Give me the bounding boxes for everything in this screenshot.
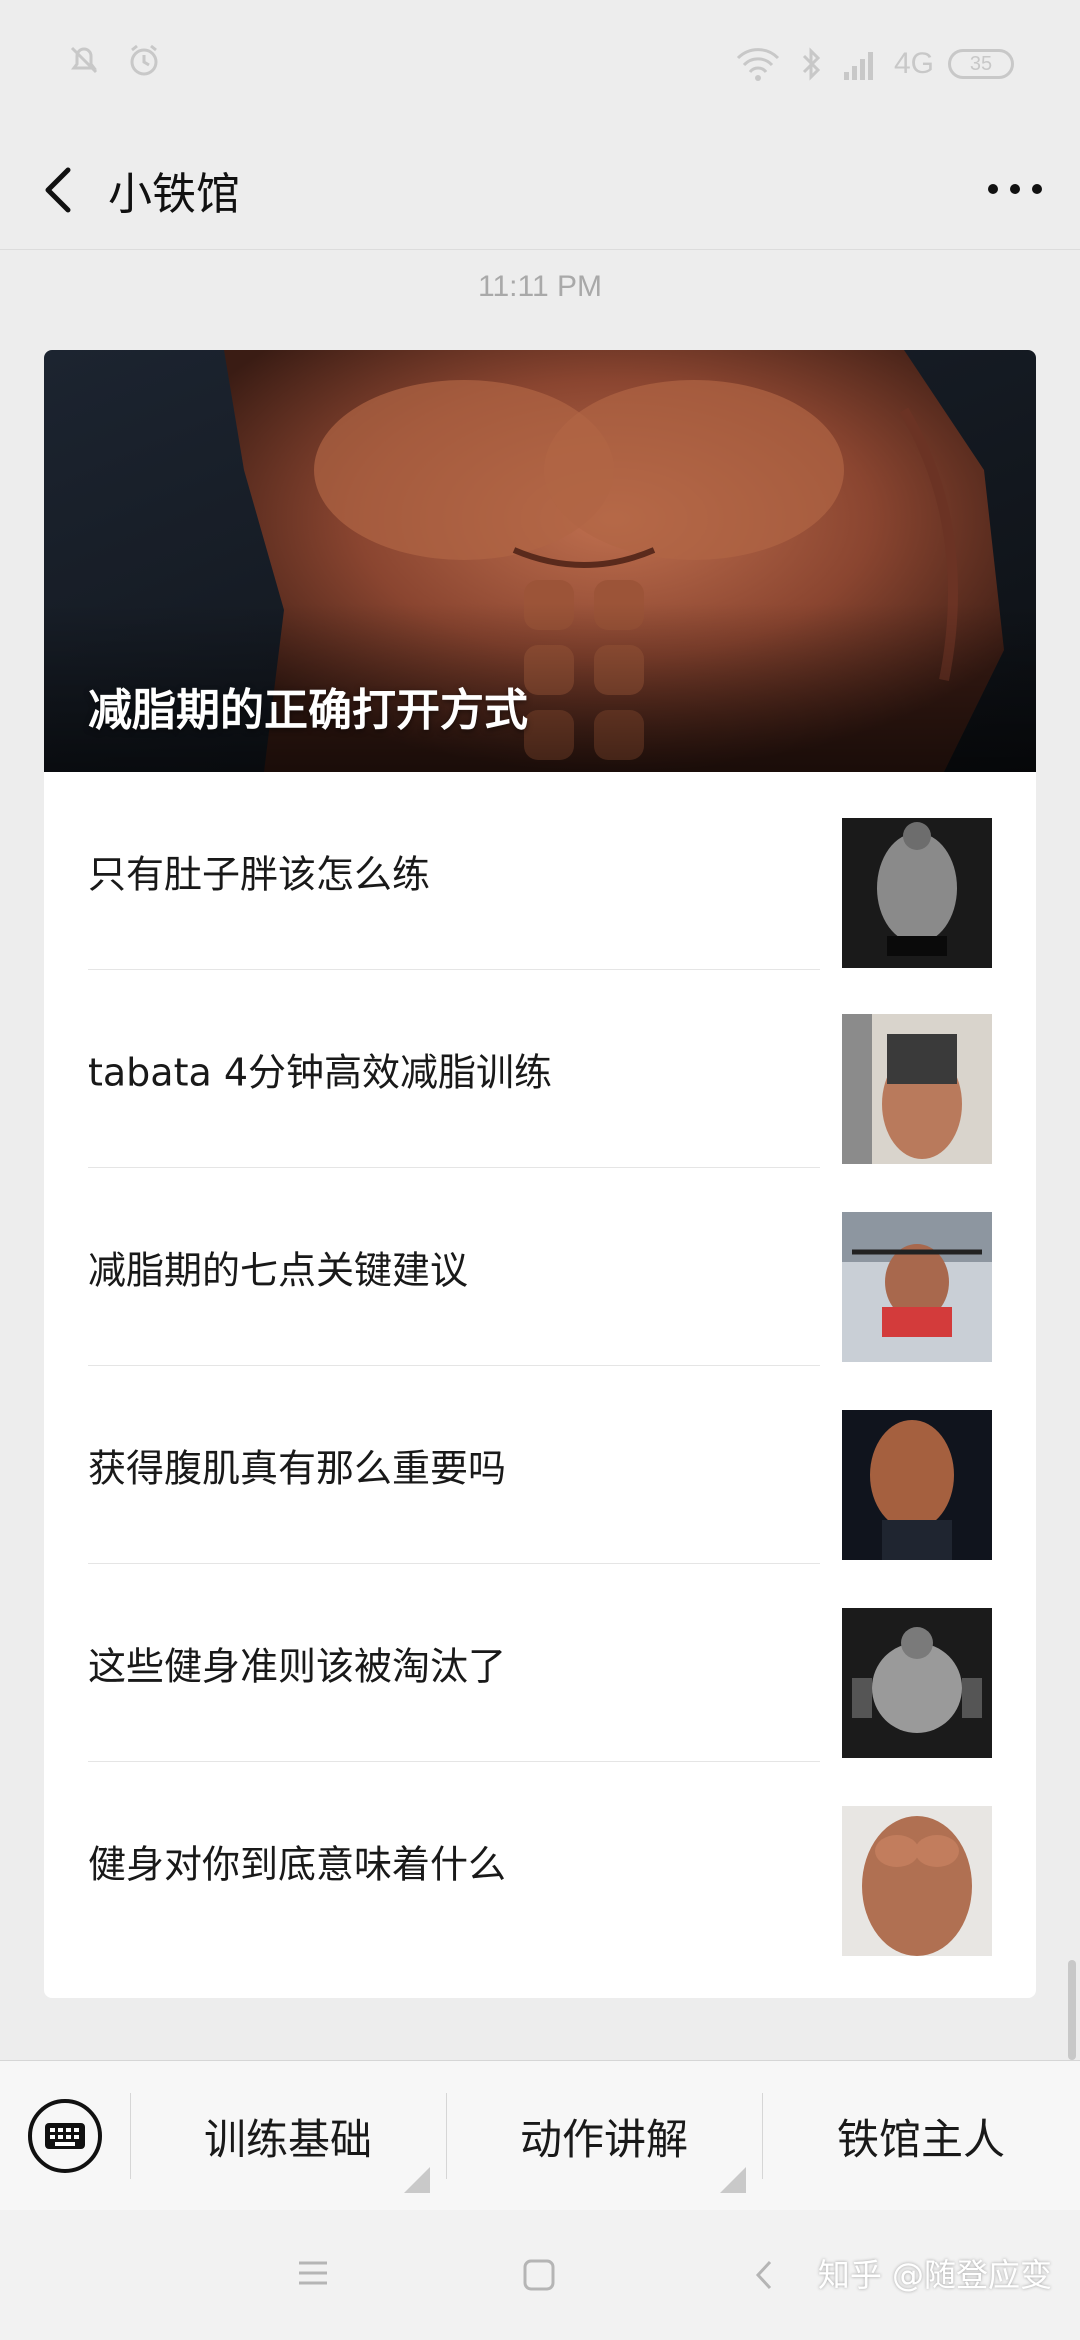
home-icon[interactable] bbox=[522, 2258, 556, 2292]
chat-header: 小铁馆 bbox=[0, 124, 1080, 250]
menu-item-label: 动作讲解 bbox=[519, 2114, 688, 2164]
article-card: 减脂期的正确打开方式 只有肚子胖该怎么练 tabata 4分钟高效减脂训练 减脂… bbox=[44, 350, 1036, 1998]
article-title: 获得腹肌真有那么重要吗 bbox=[88, 1446, 507, 1491]
menu-item-training-basics[interactable]: 训练基础 bbox=[130, 2061, 446, 2211]
status-left-icons bbox=[64, 40, 164, 80]
alarm-icon bbox=[130, 44, 158, 76]
watermark: 知乎 @随登应变 bbox=[817, 2256, 1052, 2294]
mute-notification-icon bbox=[70, 46, 98, 74]
article-thumbnail bbox=[842, 1608, 992, 1758]
article-thumbnail bbox=[842, 1014, 992, 1164]
back-icon[interactable] bbox=[752, 2258, 776, 2292]
battery-level: 35 bbox=[969, 52, 993, 75]
article-list: 只有肚子胖该怎么练 tabata 4分钟高效减脂训练 减脂期的七点关键建议 获得… bbox=[44, 772, 1036, 1960]
list-item[interactable]: 获得腹肌真有那么重要吗 bbox=[44, 1366, 1036, 1564]
scrollbar[interactable] bbox=[1068, 1960, 1076, 2060]
submenu-indicator-icon bbox=[720, 2167, 746, 2193]
back-arrow-icon[interactable] bbox=[34, 160, 84, 220]
menu-item-exercise-explanations[interactable]: 动作讲解 bbox=[446, 2061, 762, 2211]
network-type: 4G bbox=[893, 47, 934, 80]
article-title: 只有肚子胖该怎么练 bbox=[88, 852, 431, 897]
article-thumbnail bbox=[842, 1212, 992, 1362]
menu-item-gym-owner[interactable]: 铁馆主人 bbox=[762, 2061, 1080, 2211]
menu-item-label: 铁馆主人 bbox=[836, 2114, 1005, 2164]
more-options-icon[interactable] bbox=[980, 164, 1050, 214]
list-item[interactable]: 这些健身准则该被淘汰了 bbox=[44, 1564, 1036, 1762]
message-timestamp: 11:11 PM bbox=[478, 270, 602, 303]
menu-item-label: 训练基础 bbox=[203, 2114, 372, 2164]
system-nav-bar: 知乎 @随登应变 bbox=[0, 2210, 1080, 2340]
keyboard-toggle-button[interactable] bbox=[28, 2099, 102, 2173]
list-item[interactable]: 只有肚子胖该怎么练 bbox=[44, 772, 1036, 970]
article-title: 这些健身准则该被淘汰了 bbox=[88, 1644, 507, 1689]
article-title: tabata 4分钟高效减脂训练 bbox=[88, 1050, 553, 1095]
article-title: 健身对你到底意味着什么 bbox=[88, 1842, 507, 1887]
article-thumbnail bbox=[842, 818, 992, 968]
keyboard-icon bbox=[45, 2123, 85, 2149]
list-item[interactable]: 减脂期的七点关键建议 bbox=[44, 1168, 1036, 1366]
bluetooth-icon bbox=[802, 47, 821, 81]
article-title: 减脂期的七点关键建议 bbox=[88, 1248, 469, 1293]
battery-indicator: 35 bbox=[948, 49, 1014, 79]
page-title: 小铁馆 bbox=[108, 169, 240, 220]
status-bar: 4G 35 bbox=[0, 0, 1080, 124]
hero-article[interactable]: 减脂期的正确打开方式 bbox=[44, 350, 1036, 772]
list-item[interactable]: tabata 4分钟高效减脂训练 bbox=[44, 970, 1036, 1168]
wifi-icon bbox=[736, 48, 780, 81]
menu-icon[interactable] bbox=[296, 2258, 330, 2288]
list-item[interactable]: 健身对你到底意味着什么 bbox=[44, 1762, 1036, 1960]
status-right-icons: 4G 35 bbox=[734, 44, 1014, 84]
signal-icon bbox=[843, 52, 873, 80]
submenu-indicator-icon bbox=[404, 2167, 430, 2193]
article-thumbnail bbox=[842, 1806, 992, 1956]
hero-title: 减脂期的正确打开方式 bbox=[88, 685, 528, 736]
bottom-menu: 训练基础 动作讲解 铁馆主人 bbox=[0, 2060, 1080, 2210]
article-thumbnail bbox=[842, 1410, 992, 1560]
